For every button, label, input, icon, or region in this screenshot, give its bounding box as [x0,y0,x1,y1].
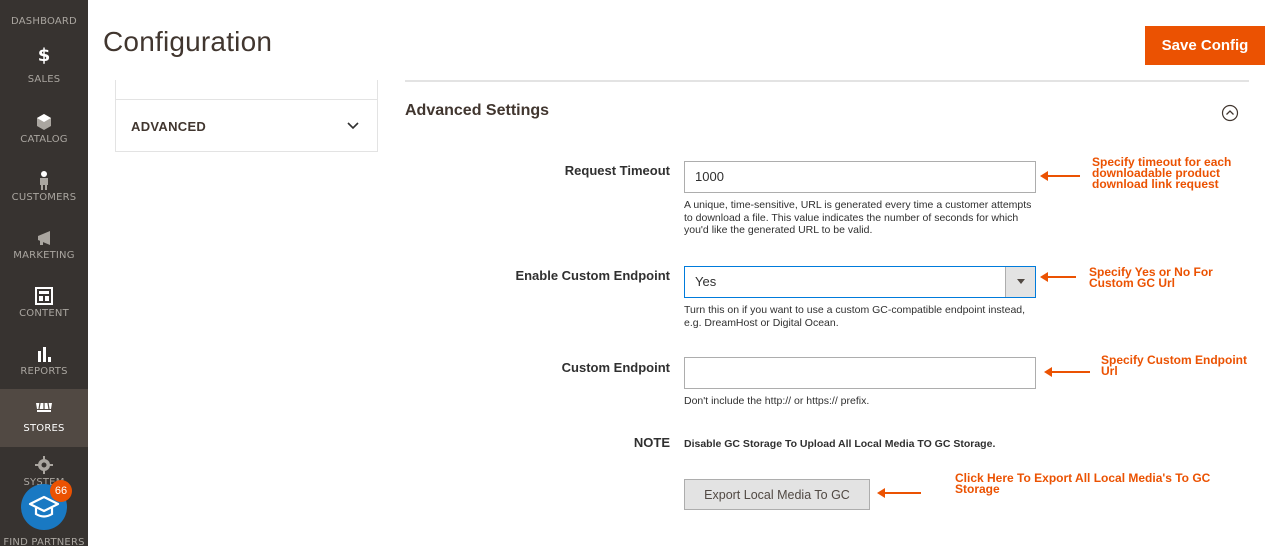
annotation-timeout: Specify timeout for each downloadable pr… [1092,156,1231,191]
sidebar-item-label: FIND PARTNERS [3,537,85,546]
caret-down-icon [1017,279,1025,284]
person-icon [40,171,48,190]
sidebar-item-marketing[interactable]: MARKETING [0,220,88,278]
custom-endpoint-note: Don't include the http:// or https:// pr… [684,395,870,407]
enable-custom-endpoint-label: Enable Custom Endpoint [515,268,670,283]
note-label: NOTE [633,435,670,450]
annotation-line: Url [1101,364,1118,378]
annotation-export: Click Here To Export All Local Media's T… [955,472,1210,496]
page-title: Configuration [103,26,273,57]
annotation-arrow-endpoint-url [1044,367,1090,377]
annotation-endpoint-url: Specify Custom Endpoint Url [1101,353,1248,378]
sidebar-item-label: STORES [23,423,65,434]
sidebar-item-customers[interactable]: CUSTOMERS [0,162,88,220]
collapse-section-icon[interactable] [1221,104,1239,122]
request-timeout-input[interactable]: 1000 [684,161,1036,193]
gear-icon [35,456,53,474]
store-icon [36,402,52,412]
save-config-button[interactable]: Save Config [1145,26,1265,65]
sidebar-item-label: CUSTOMERS [11,192,77,203]
dollar-icon: $ [38,45,51,64]
sidebar-item-label: DASHBOARD [11,16,77,27]
annotation-line: Specify Custom Endpoint [1101,353,1248,367]
request-timeout-label: Request Timeout [564,163,670,178]
tab-advanced-label: ADVANCED [131,119,207,134]
select-toggle[interactable] [1005,267,1035,297]
sidebar-item-label: MARKETING [13,250,75,261]
annotation-line: download link request [1092,177,1219,191]
enable-custom-endpoint-select[interactable]: Yes [684,266,1036,298]
cube-icon [37,114,51,130]
sidebar-item-label: SALES [27,74,61,85]
annotation-line: Custom GC Url [1089,276,1176,290]
tab-advanced[interactable]: ADVANCED [116,101,377,151]
tabs-divider [116,80,377,100]
notification-badge: 66 [50,480,72,502]
note-text: Disable GC Storage To Upload All Local M… [684,438,996,450]
layout-icon [35,287,53,305]
bar-chart-icon [38,347,51,362]
export-local-media-button[interactable]: Export Local Media To GC [684,479,870,510]
enable-custom-endpoint-value: Yes [695,274,717,289]
annotation-arrow-endpoint-toggle [1040,272,1076,282]
section-title[interactable]: Advanced Settings [405,102,549,120]
annotation-arrow-export [877,488,921,498]
annotation-line: Storage [955,482,1000,496]
sidebar-item-label: REPORTS [20,366,68,377]
custom-endpoint-input[interactable] [684,357,1036,389]
sidebar-item-label: CONTENT [19,308,69,319]
admin-sidebar: DASHBOARD $ SALES CATALOG CUSTOMERS MARK… [0,0,88,546]
sidebar-item-stores[interactable]: STORES [0,389,88,447]
sidebar-item-dashboard[interactable]: DASHBOARD [0,0,88,28]
app: DASHBOARD $ SALES CATALOG CUSTOMERS MARK… [0,0,1280,546]
sidebar-item-label: CATALOG [20,134,68,145]
megaphone-icon [38,231,50,245]
sidebar-item-content[interactable]: CONTENT [0,278,88,336]
section-divider [405,80,1249,82]
sidebar-item-catalog[interactable]: CATALOG [0,104,88,162]
custom-endpoint-label: Custom Endpoint [561,360,670,375]
annotation-arrow-timeout [1040,171,1080,181]
svg-text:$: $ [38,45,51,64]
config-tabs-panel: ADVANCED [115,80,378,152]
annotation-endpoint-toggle: Specify Yes or No For Custom GC Url [1089,266,1213,290]
chevron-down-icon [347,122,359,130]
request-timeout-note: A unique, time-sensitive, URL is generat… [684,199,1032,236]
sidebar-item-reports[interactable]: REPORTS [0,336,88,394]
enable-custom-endpoint-note: Turn this on if you want to use a custom… [684,304,1026,329]
sidebar-item-sales[interactable]: $ SALES [0,36,88,94]
